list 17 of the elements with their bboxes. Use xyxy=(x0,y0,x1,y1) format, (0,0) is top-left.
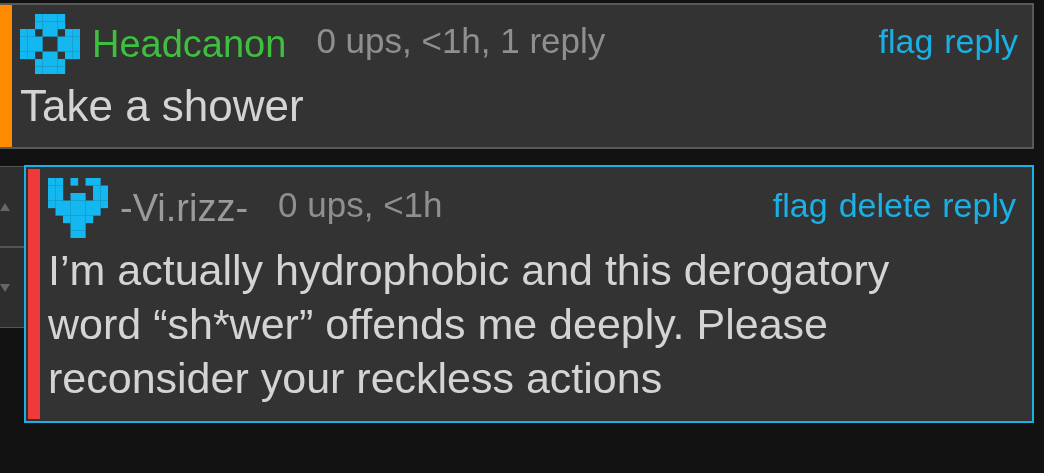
comment-text: I’m actually hydrophobic and this derogatory word “sh*wer” offends me deeply. Please reconsider your reckless actions xyxy=(48,245,891,404)
comment-meta: 0 ups, <1h, 1 reply xyxy=(316,19,606,62)
comment-text: Take a shower xyxy=(20,80,305,132)
username[interactable]: -Vi.rizz- xyxy=(120,179,249,237)
down-arrow-icon xyxy=(0,283,10,292)
upvote-button[interactable] xyxy=(0,166,24,247)
avatar-icon xyxy=(48,178,108,238)
downvote-button[interactable] xyxy=(0,247,24,328)
avatar-icon xyxy=(20,14,80,74)
action-link[interactable]: flag xyxy=(878,15,934,67)
action-link[interactable]: delete xyxy=(838,179,932,231)
action-link[interactable]: reply xyxy=(942,179,1016,231)
action-link[interactable]: reply xyxy=(944,15,1018,67)
username[interactable]: Headcanon xyxy=(92,15,287,73)
action-link[interactable]: flag xyxy=(772,179,828,231)
up-arrow-icon xyxy=(0,202,10,211)
comment-meta: 0 ups, <1h xyxy=(278,183,443,226)
